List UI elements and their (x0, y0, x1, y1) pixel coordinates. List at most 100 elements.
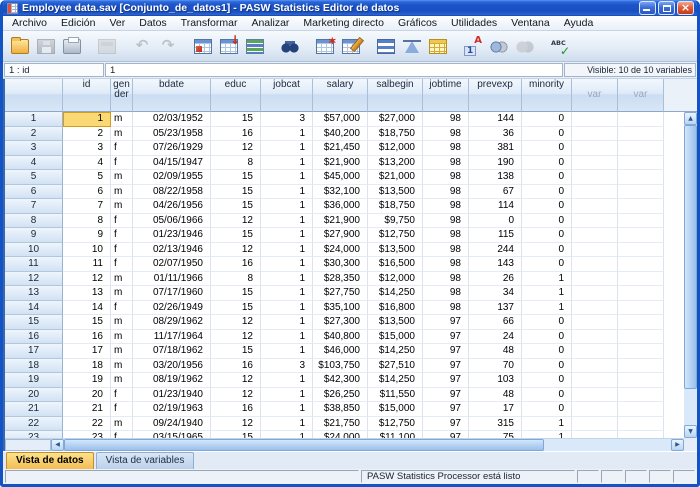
row-header-19[interactable]: 19 (5, 373, 63, 388)
column-header-id[interactable]: id (63, 79, 111, 112)
title-bar[interactable]: Employee data.sav [Conjunto_de_datos1] -… (3, 0, 697, 16)
cell-salary-row4[interactable]: $21,900 (313, 156, 368, 171)
cell-educ-row15[interactable]: 12 (211, 315, 261, 330)
cell-gender-row16[interactable]: m (111, 330, 133, 345)
cell-bdate-row7[interactable]: 04/26/1956 (133, 199, 211, 214)
cell-educ-row5[interactable]: 15 (211, 170, 261, 185)
menu-marketing-directo[interactable]: Marketing directo (296, 16, 391, 30)
cell-jobtime-row16[interactable]: 97 (423, 330, 469, 345)
cell-minority-row14[interactable]: 1 (522, 301, 572, 316)
cell-educ-row14[interactable]: 15 (211, 301, 261, 316)
cell-var1-row5[interactable] (572, 170, 618, 185)
cell-minority-row1[interactable]: 0 (522, 112, 572, 127)
cell-jobtime-row13[interactable]: 98 (423, 286, 469, 301)
cell-jobtime-row19[interactable]: 97 (423, 373, 469, 388)
minimize-button[interactable] (639, 1, 656, 15)
cell-var2-row22[interactable] (618, 417, 664, 432)
cell-var1-row21[interactable] (572, 402, 618, 417)
cell-var2-row23[interactable] (618, 431, 664, 438)
cell-var2-row17[interactable] (618, 344, 664, 359)
cell-educ-row13[interactable]: 15 (211, 286, 261, 301)
cell-salary-row14[interactable]: $35,100 (313, 301, 368, 316)
column-header-jobtime[interactable]: jobtime (423, 79, 469, 112)
row-header-5[interactable]: 5 (5, 170, 63, 185)
row-header-10[interactable]: 10 (5, 243, 63, 258)
cell-var2-row6[interactable] (618, 185, 664, 200)
cell-educ-row17[interactable]: 15 (211, 344, 261, 359)
cell-jobcat-row23[interactable]: 1 (261, 431, 313, 438)
cell-minority-row22[interactable]: 1 (522, 417, 572, 432)
cell-id-row10[interactable]: 10 (63, 243, 111, 258)
cell-id-row19[interactable]: 19 (63, 373, 111, 388)
cell-salary-row19[interactable]: $42,300 (313, 373, 368, 388)
column-header-minority[interactable]: minority (522, 79, 572, 112)
cell-minority-row2[interactable]: 0 (522, 127, 572, 142)
cell-prevexp-row23[interactable]: 75 (469, 431, 522, 438)
cell-var2-row12[interactable] (618, 272, 664, 287)
cell-id-row8[interactable]: 8 (63, 214, 111, 229)
use-variable-sets-button[interactable] (486, 34, 512, 59)
cell-bdate-row2[interactable]: 05/23/1958 (133, 127, 211, 142)
cell-gender-row23[interactable]: f (111, 431, 133, 438)
cell-bdate-row10[interactable]: 02/13/1946 (133, 243, 211, 258)
row-header-1[interactable]: 1 (5, 112, 63, 127)
cell-salbegin-row8[interactable]: $9,750 (368, 214, 423, 229)
cell-gender-row14[interactable]: f (111, 301, 133, 316)
cell-id-row21[interactable]: 21 (63, 402, 111, 417)
cell-salary-row12[interactable]: $28,350 (313, 272, 368, 287)
cell-salary-row16[interactable]: $40,800 (313, 330, 368, 345)
cell-prevexp-row13[interactable]: 34 (469, 286, 522, 301)
cell-gender-row17[interactable]: m (111, 344, 133, 359)
cell-var2-row3[interactable] (618, 141, 664, 156)
cell-bdate-row12[interactable]: 01/11/1966 (133, 272, 211, 287)
cell-var1-row16[interactable] (572, 330, 618, 345)
cell-minority-row20[interactable]: 0 (522, 388, 572, 403)
cell-bdate-row5[interactable]: 02/09/1955 (133, 170, 211, 185)
print-button[interactable] (59, 34, 85, 59)
cell-salary-row10[interactable]: $24,000 (313, 243, 368, 258)
cell-salbegin-row6[interactable]: $13,500 (368, 185, 423, 200)
cell-salbegin-row18[interactable]: $27,510 (368, 359, 423, 374)
weight-cases-button[interactable] (399, 34, 425, 59)
cell-jobcat-row11[interactable]: 1 (261, 257, 313, 272)
cell-bdate-row15[interactable]: 08/29/1962 (133, 315, 211, 330)
cell-salary-row11[interactable]: $30,300 (313, 257, 368, 272)
cell-bdate-row1[interactable]: 02/03/1952 (133, 112, 211, 127)
cell-minority-row6[interactable]: 0 (522, 185, 572, 200)
cell-id-row23[interactable]: 23 (63, 431, 111, 438)
cell-prevexp-row11[interactable]: 143 (469, 257, 522, 272)
cell-var2-row4[interactable] (618, 156, 664, 171)
cell-gender-row7[interactable]: m (111, 199, 133, 214)
cell-var1-row18[interactable] (572, 359, 618, 374)
cell-prevexp-row21[interactable]: 17 (469, 402, 522, 417)
cell-jobcat-row8[interactable]: 1 (261, 214, 313, 229)
cell-id-row22[interactable]: 22 (63, 417, 111, 432)
cell-minority-row13[interactable]: 1 (522, 286, 572, 301)
cell-gender-row9[interactable]: f (111, 228, 133, 243)
cell-var2-row21[interactable] (618, 402, 664, 417)
cell-var1-row14[interactable] (572, 301, 618, 316)
menu-utilidades[interactable]: Utilidades (444, 16, 504, 30)
cell-bdate-row6[interactable]: 08/22/1958 (133, 185, 211, 200)
cell-jobcat-row16[interactable]: 1 (261, 330, 313, 345)
cell-jobtime-row17[interactable]: 97 (423, 344, 469, 359)
cell-jobcat-row20[interactable]: 1 (261, 388, 313, 403)
cell-var1-row2[interactable] (572, 127, 618, 142)
cell-educ-row12[interactable]: 8 (211, 272, 261, 287)
cell-prevexp-row17[interactable]: 48 (469, 344, 522, 359)
cell-gender-row22[interactable]: m (111, 417, 133, 432)
cell-bdate-row3[interactable]: 07/26/1929 (133, 141, 211, 156)
goto-variable-button[interactable] (242, 34, 268, 59)
cell-minority-row3[interactable]: 0 (522, 141, 572, 156)
tab-vista-de-variables[interactable]: Vista de variables (96, 452, 195, 469)
cell-salbegin-row13[interactable]: $14,250 (368, 286, 423, 301)
cell-jobtime-row12[interactable]: 98 (423, 272, 469, 287)
cell-educ-row7[interactable]: 15 (211, 199, 261, 214)
cell-prevexp-row18[interactable]: 70 (469, 359, 522, 374)
scroll-right-button[interactable] (671, 439, 684, 451)
cell-id-row20[interactable]: 20 (63, 388, 111, 403)
cell-salbegin-row3[interactable]: $12,000 (368, 141, 423, 156)
cell-jobcat-row13[interactable]: 1 (261, 286, 313, 301)
row-header-12[interactable]: 12 (5, 272, 63, 287)
column-header-salary[interactable]: salary (313, 79, 368, 112)
